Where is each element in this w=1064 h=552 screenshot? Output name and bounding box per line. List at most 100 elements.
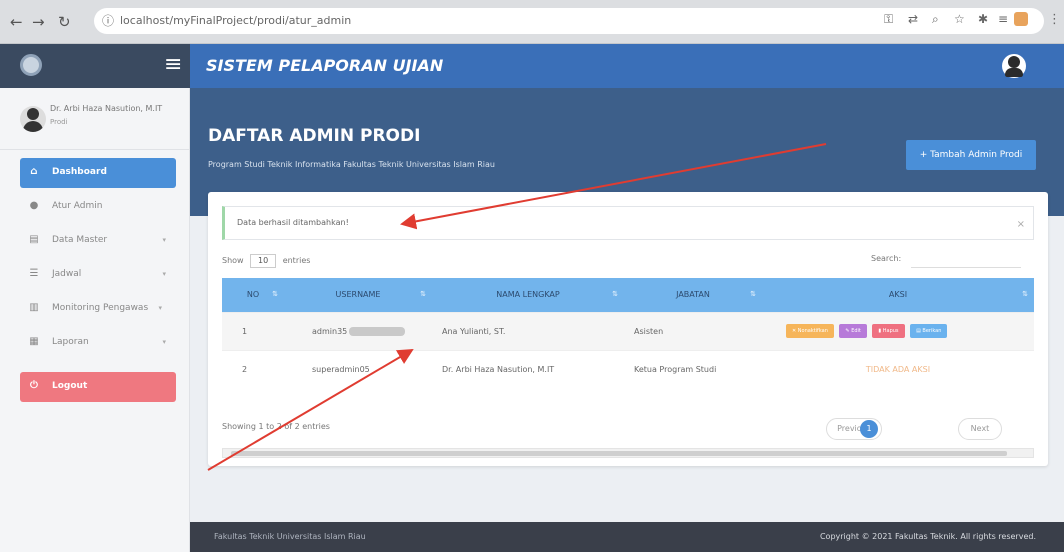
university-logo	[20, 54, 42, 76]
sidebar-item-monitoring-pengawas[interactable]: ▥ Monitoring Pengawas ▾	[20, 294, 176, 324]
sort-icon: ⇅	[612, 290, 618, 298]
scrollbar-thumb[interactable]	[231, 451, 1007, 456]
sort-icon: ⇅	[272, 290, 278, 298]
translate-icon[interactable]: ⇄	[908, 12, 918, 26]
search-input[interactable]	[911, 248, 1021, 268]
header-label: JABATAN	[676, 290, 710, 300]
hamburger-menu-icon[interactable]: ≡	[164, 52, 182, 78]
close-icon[interactable]: ×	[1017, 219, 1025, 230]
redacted-block	[349, 326, 406, 336]
edit-button[interactable]: ✎ Edit	[839, 324, 867, 338]
database-icon: ▤	[29, 234, 39, 245]
grant-button[interactable]: ▤ Berikan	[910, 324, 948, 338]
profile-avatar[interactable]	[1014, 12, 1028, 26]
header-label: NAMA LENGKAP	[496, 290, 560, 300]
system-title: SISTEM PELAPORAN UJIAN	[206, 56, 444, 75]
cell-no: 1	[222, 311, 284, 350]
header-label: USERNAME	[335, 290, 381, 300]
home-icon: ⌂	[30, 166, 38, 177]
sidebar-item-laporan[interactable]: ▦ Laporan ▾	[20, 328, 176, 358]
sort-icon: ⇅	[750, 290, 756, 298]
cell-aksi: ✕ Nonaktifkan ✎ Edit ▮ Hapus ▤ Berikan	[762, 311, 1034, 350]
entries-select[interactable]: 10	[250, 254, 277, 268]
user-panel: Dr. Arbi Haza Nasution, M.IT Prodi	[0, 88, 190, 150]
button-label: Berikan	[922, 328, 942, 334]
sidebar-item-label: Atur Admin	[52, 201, 103, 211]
star-icon[interactable]: ☆	[954, 12, 965, 26]
main-content: DAFTAR ADMIN PRODI Program Studi Teknik …	[190, 88, 1064, 522]
entries-label: entries	[282, 256, 311, 265]
page-title: DAFTAR ADMIN PRODI	[208, 126, 421, 146]
table-row: 1 admin35 Ana Yulianti, ST. Asisten ✕ No…	[222, 311, 1034, 350]
zoom-icon[interactable]: ⌕	[932, 12, 939, 27]
chevron-down-icon: ▾	[162, 338, 166, 346]
page-1-button[interactable]: 1	[860, 420, 878, 438]
reload-icon[interactable]: ↻	[58, 12, 71, 32]
cell-username: admin35	[284, 311, 432, 350]
chevron-down-icon: ▾	[162, 270, 166, 278]
user-role: Prodi	[50, 118, 68, 126]
address-bar[interactable]: ⓘ localhost/myFinalProject/prodi/atur_ad…	[94, 8, 1044, 34]
cell-no: 2	[222, 349, 284, 388]
list-icon: ☰	[29, 268, 39, 279]
cell-jabatan: Asisten	[624, 311, 762, 350]
cell-username: superadmin05	[284, 349, 432, 388]
page-subtitle: Program Studi Teknik Informatika Fakulta…	[208, 160, 495, 169]
sidebar-item-data-master[interactable]: ▤ Data Master ▾	[20, 226, 176, 256]
table-row: 2 superadmin05 Dr. Arbi Haza Nasution, M…	[222, 349, 1034, 388]
admin-table-card: Data berhasil ditambahkan! × Show 10 ent…	[208, 192, 1048, 466]
admin-table: NO ⇅ USERNAME ⇅ NAMA LENGKAP ⇅ JABATAN ⇅ AKS…	[222, 278, 1034, 388]
next-button[interactable]: Next	[958, 418, 1002, 440]
success-alert: Data berhasil ditambahkan! ×	[222, 206, 1034, 240]
header-label: AKSI	[888, 290, 908, 300]
sidebar-item-label: Laporan	[52, 337, 89, 347]
sidebar: Dr. Arbi Haza Nasution, M.IT Prodi ⌂ Das…	[0, 88, 190, 552]
column-header-nama[interactable]: NAMA LENGKAP ⇅	[432, 278, 624, 312]
button-label: Edit	[851, 328, 861, 334]
cell-jabatan: Ketua Program Studi	[624, 349, 762, 388]
no-action-text: TIDAK ADA AKSI	[865, 364, 931, 374]
avatar	[20, 106, 46, 132]
user-icon: ●	[29, 200, 39, 211]
logo-area: ≡	[0, 44, 190, 88]
sidebar-item-jadwal[interactable]: ☰ Jadwal ▾	[20, 260, 176, 290]
search-label: Search:	[871, 254, 902, 263]
logout-button[interactable]: ⏻ Logout	[20, 372, 176, 402]
url-text: localhost/myFinalProject/prodi/atur_admi…	[120, 14, 352, 27]
browser-menu-icon[interactable]: ⋮	[1048, 12, 1061, 27]
chevron-down-icon: ▾	[162, 236, 166, 244]
column-header-no[interactable]: NO ⇅	[222, 278, 284, 312]
sidebar-item-dashboard[interactable]: ⌂ Dashboard	[20, 158, 176, 188]
playlist-icon[interactable]: ≡	[998, 12, 1008, 26]
horizontal-scrollbar[interactable]	[222, 448, 1034, 458]
alert-message: Data berhasil ditambahkan!	[237, 218, 349, 227]
footer-copyright: Copyright © 2021 Fakultas Teknik. All ri…	[819, 532, 1036, 541]
power-icon: ⏻	[30, 380, 38, 391]
forward-icon[interactable]: →	[32, 12, 45, 32]
column-header-jabatan[interactable]: JABATAN ⇅	[624, 278, 762, 312]
cell-nama: Ana Yulianti, ST.	[432, 311, 624, 350]
username-text: admin35	[312, 326, 348, 336]
add-admin-button[interactable]: + Tambah Admin Prodi	[906, 140, 1036, 170]
top-navbar: SISTEM PELAPORAN UJIAN	[190, 44, 1064, 88]
column-header-username[interactable]: USERNAME ⇅	[284, 278, 432, 312]
info-icon[interactable]: ⓘ	[102, 12, 114, 29]
key-icon[interactable]: ⚿	[884, 12, 893, 27]
browser-chrome: ← → ↻ ⓘ localhost/myFinalProject/prodi/a…	[0, 0, 1064, 44]
chevron-down-icon: ▾	[158, 304, 162, 312]
deactivate-button[interactable]: ✕ Nonaktifkan	[786, 324, 834, 338]
cell-nama: Dr. Arbi Haza Nasution, M.IT	[432, 349, 624, 388]
sidebar-item-label: Dashboard	[52, 167, 107, 177]
delete-button[interactable]: ▮ Hapus	[872, 324, 905, 338]
user-avatar-icon[interactable]	[1002, 54, 1026, 78]
button-label: Nonaktifkan	[797, 328, 828, 334]
footer-left-text: Fakultas Teknik Universitas Islam Riau	[214, 532, 366, 541]
button-label: Hapus	[882, 328, 899, 334]
sidebar-item-label: Monitoring Pengawas	[52, 303, 149, 313]
extension-icon[interactable]: ✱	[978, 12, 988, 26]
back-icon[interactable]: ←	[10, 12, 23, 32]
column-header-aksi[interactable]: AKSI ⇅	[762, 278, 1034, 312]
sidebar-item-atur-admin[interactable]: ● Atur Admin	[20, 192, 176, 222]
show-label: Show	[222, 256, 244, 265]
show-entries-control: Show 10 entries	[222, 254, 310, 268]
